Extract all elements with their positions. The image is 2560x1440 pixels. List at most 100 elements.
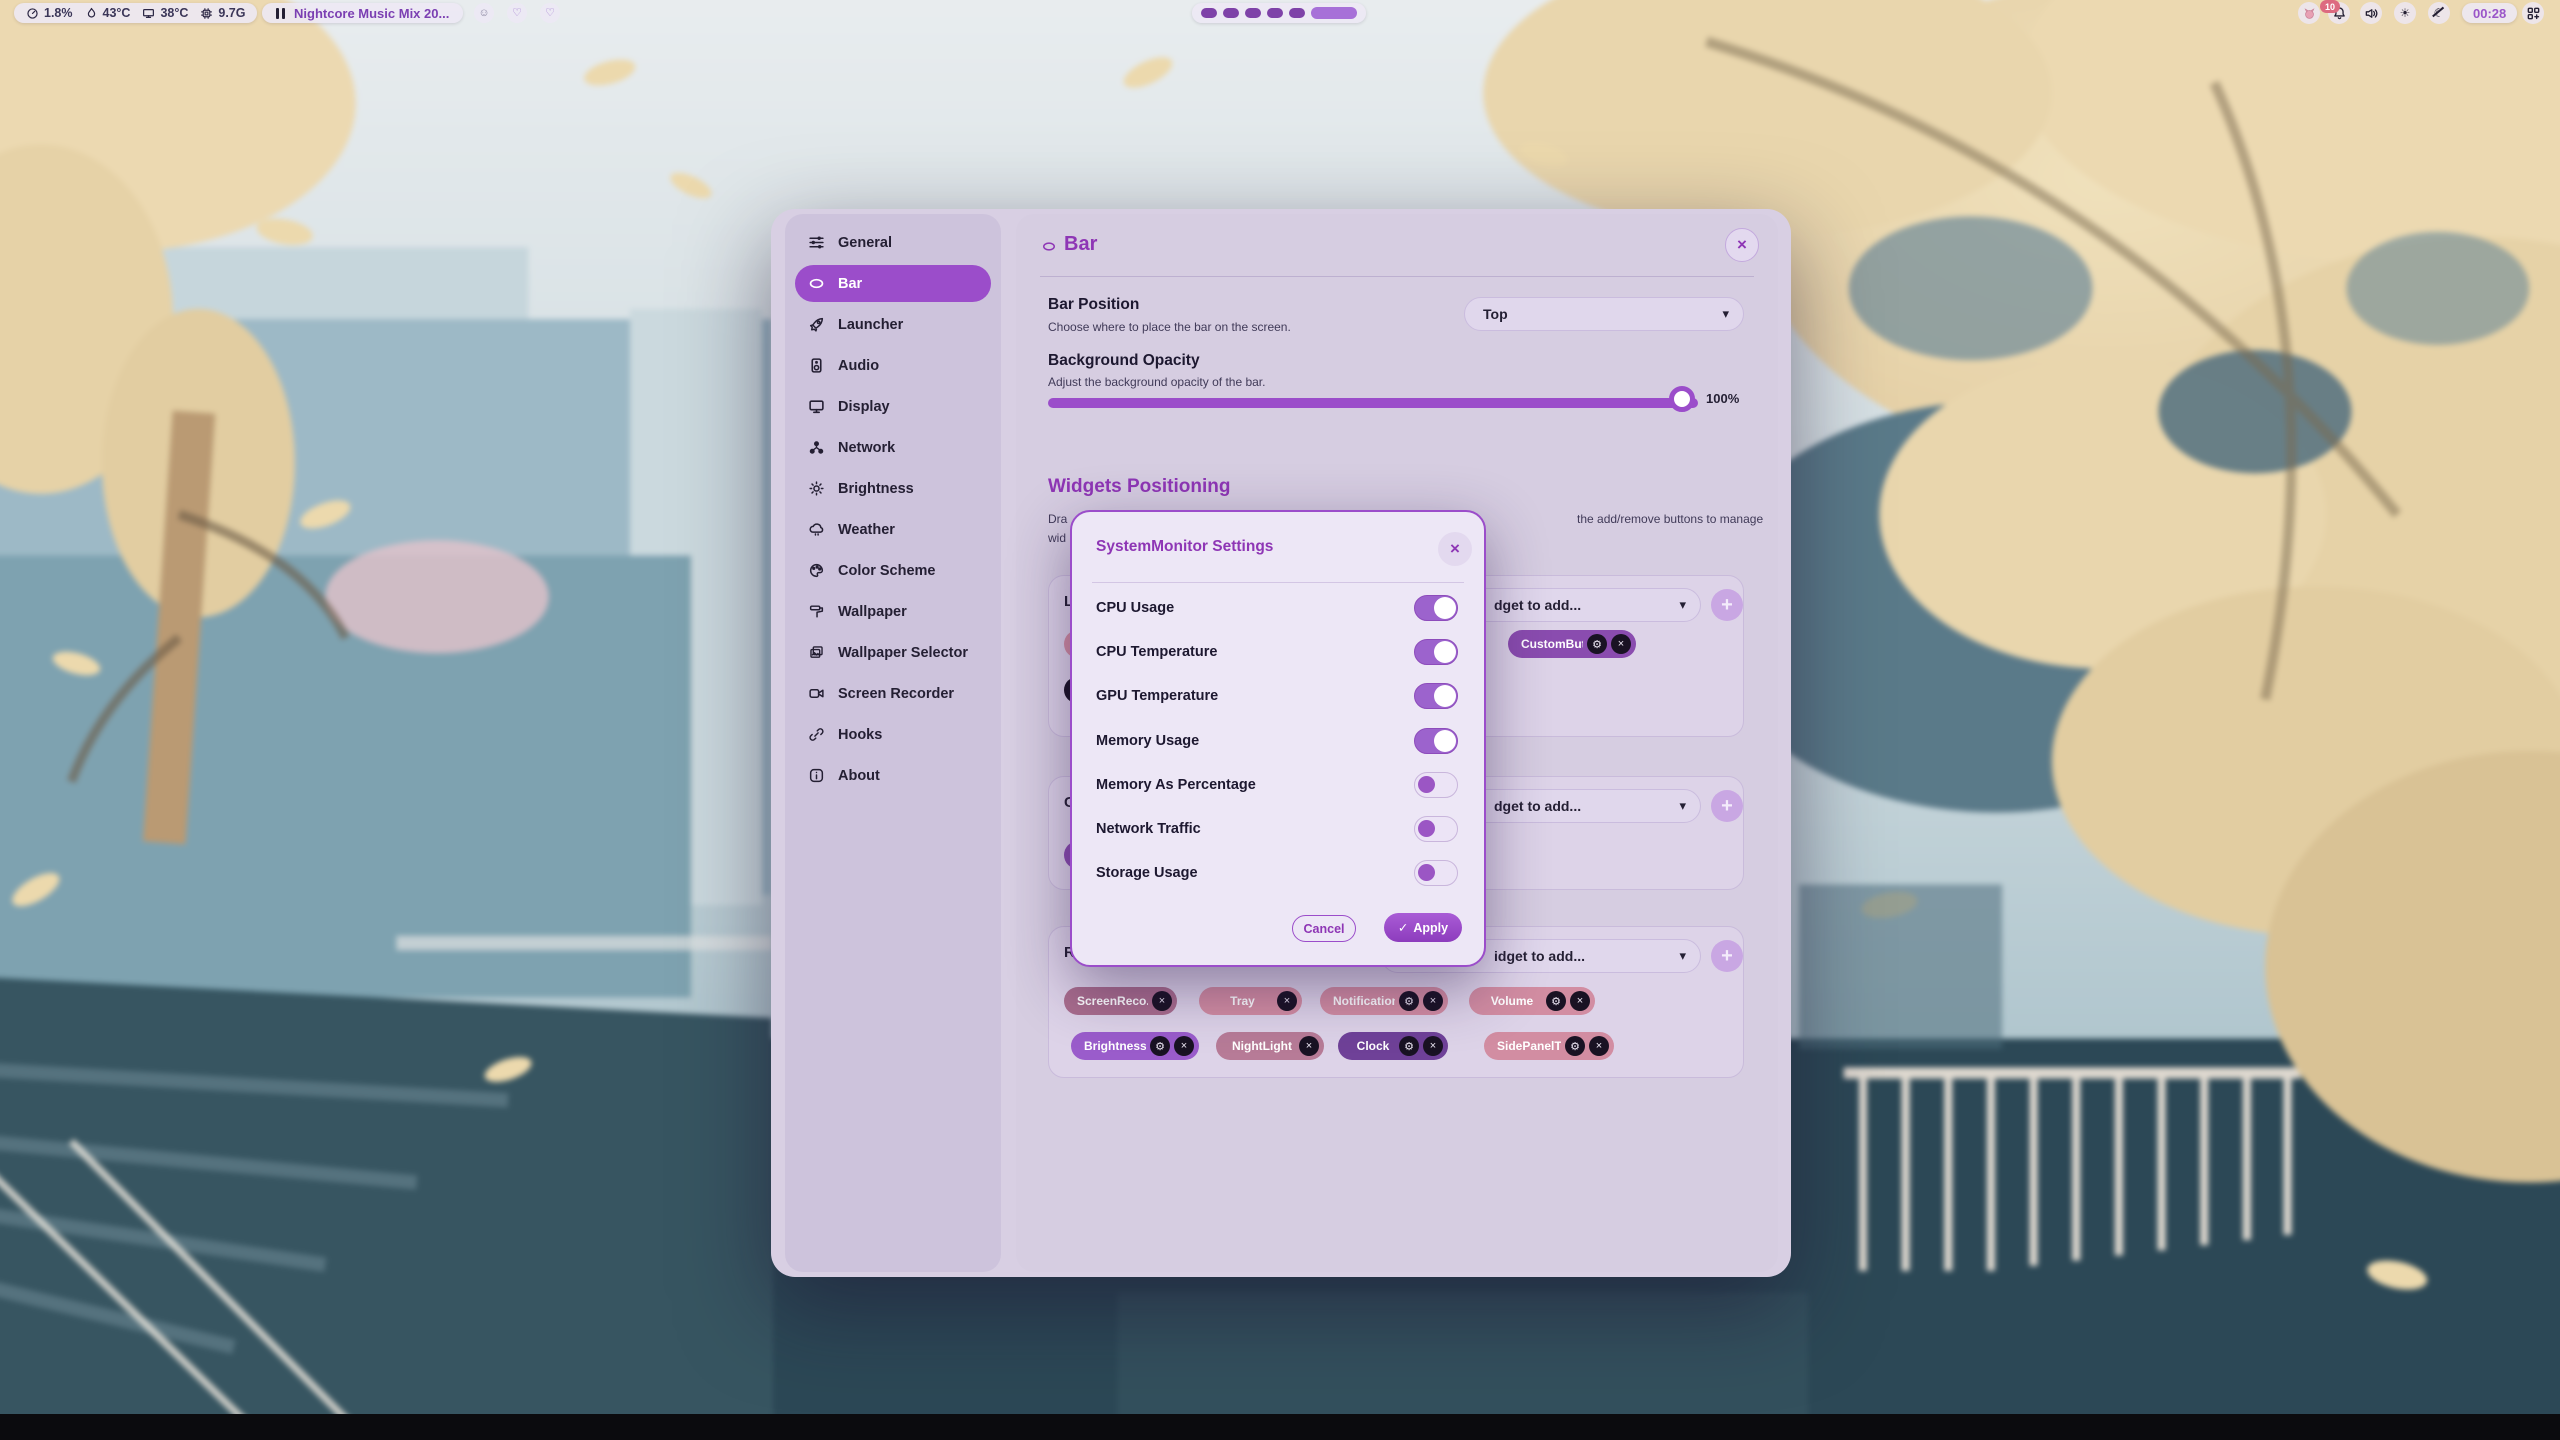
widget-chip-label: Volume xyxy=(1482,994,1542,1008)
widget-chip-screenrecorder[interactable]: ScreenReco... × xyxy=(1064,987,1177,1015)
sidebar-item-wallpaper[interactable]: Wallpaper xyxy=(785,591,1001,632)
widget-chip-notification[interactable]: Notification... ⚙ × xyxy=(1320,987,1448,1015)
sidebar-item-label: Screen Recorder xyxy=(838,686,954,702)
widget-remove-button[interactable]: × xyxy=(1423,1036,1443,1056)
sidebar-item-label: Hooks xyxy=(838,727,882,743)
toggle-storage-usage[interactable] xyxy=(1414,860,1458,886)
toggle-gpu-temperature[interactable] xyxy=(1414,683,1458,709)
widget-remove-button[interactable]: × xyxy=(1589,1036,1609,1056)
heart-icon: ♡ xyxy=(545,8,555,19)
volume-button[interactable] xyxy=(2360,2,2382,24)
close-icon: × xyxy=(1284,995,1290,1007)
divider xyxy=(1040,276,1754,277)
widget-remove-button[interactable]: × xyxy=(1174,1036,1194,1056)
sidebar-item-launcher[interactable]: Launcher xyxy=(785,304,1001,345)
add-widget-button[interactable]: + xyxy=(1711,940,1743,972)
add-widget-button[interactable]: + xyxy=(1711,790,1743,822)
gear-icon: ⚙ xyxy=(1551,995,1561,1008)
widget-settings-button[interactable]: ⚙ xyxy=(1587,634,1607,654)
opacity-slider[interactable] xyxy=(1048,398,1698,408)
sidebar-item-screen-recorder[interactable]: Screen Recorder xyxy=(785,673,1001,714)
opacity-value: 100% xyxy=(1706,391,1739,406)
toggle-memory-as-percentage[interactable] xyxy=(1414,772,1458,798)
bar-position-dropdown[interactable]: Top ▾ xyxy=(1464,297,1744,331)
sun-icon xyxy=(808,480,825,497)
sidebar-item-about[interactable]: About xyxy=(785,755,1001,796)
widget-settings-button[interactable]: ⚙ xyxy=(1565,1036,1585,1056)
plus-icon: + xyxy=(1721,795,1733,818)
widget-remove-button[interactable]: × xyxy=(1277,991,1297,1011)
widget-settings-button[interactable]: ⚙ xyxy=(1546,991,1566,1011)
sidebar-item-general[interactable]: General xyxy=(785,222,1001,263)
opacity-slider-handle[interactable] xyxy=(1669,386,1695,412)
toggle-cpu-usage[interactable] xyxy=(1414,595,1458,621)
tray-app-button[interactable] xyxy=(2298,2,2320,24)
workspace-dot[interactable] xyxy=(1289,8,1305,18)
widget-chip-custombutton[interactable]: CustomButt... ⚙ × xyxy=(1508,630,1636,658)
gpu-temp-stat: 38°C xyxy=(142,6,188,20)
toggle-label: GPU Temperature xyxy=(1096,688,1218,704)
widget-remove-button[interactable]: × xyxy=(1299,1036,1319,1056)
favorite-button-2[interactable]: ♡ xyxy=(540,3,560,23)
add-widget-button[interactable]: + xyxy=(1711,589,1743,621)
page-title: Bar xyxy=(1064,233,1097,256)
brightness-button[interactable]: ☀ xyxy=(2394,2,2416,24)
night-light-button[interactable]: ☾ xyxy=(2428,2,2450,24)
favorite-button[interactable]: ♡ xyxy=(507,3,527,23)
workspaces-widget xyxy=(1192,3,1366,23)
system-monitor-widget[interactable]: 1.8% 43°C 38°C 9.7G xyxy=(14,3,257,23)
toggle-network-traffic[interactable] xyxy=(1414,816,1458,842)
gear-icon: ⚙ xyxy=(1404,1040,1414,1053)
workspace-dot[interactable] xyxy=(1245,8,1261,18)
cancel-button[interactable]: Cancel xyxy=(1292,915,1356,942)
widget-chip-clock[interactable]: Clock ⚙ × xyxy=(1338,1032,1448,1060)
widget-settings-button[interactable]: ⚙ xyxy=(1399,1036,1419,1056)
widget-remove-button[interactable]: × xyxy=(1152,991,1172,1011)
paint-roller-icon xyxy=(808,603,825,620)
clock-widget[interactable]: 00:28 xyxy=(2462,3,2517,23)
emoji-button[interactable]: ☺ xyxy=(474,3,494,23)
bar-position-value: Top xyxy=(1465,306,1722,322)
sidebar-item-bar[interactable]: Bar xyxy=(785,263,1001,304)
workspace-dot[interactable] xyxy=(1223,8,1239,18)
sidebar-item-audio[interactable]: Audio xyxy=(785,345,1001,386)
moon-slash-icon: ☾ xyxy=(2428,2,2450,24)
pause-icon[interactable] xyxy=(276,8,285,19)
widget-settings-button[interactable]: ⚙ xyxy=(1399,991,1419,1011)
settings-sidebar: General Bar Launcher Audio Display Netwo… xyxy=(785,214,1001,1272)
check-icon: ✓ xyxy=(1398,920,1408,935)
widget-remove-button[interactable]: × xyxy=(1611,634,1631,654)
gear-icon: ⚙ xyxy=(1592,638,1602,651)
clock-value: 00:28 xyxy=(2473,6,2506,21)
dashboard-button[interactable] xyxy=(2522,2,2544,24)
widget-chip-volume[interactable]: Volume ⚙ × xyxy=(1469,987,1595,1015)
sidebar-item-color-scheme[interactable]: Color Scheme xyxy=(785,550,1001,591)
toggle-cpu-temperature[interactable] xyxy=(1414,639,1458,665)
toggle-memory-usage[interactable] xyxy=(1414,728,1458,754)
memory-value: 9.7G xyxy=(218,6,245,20)
sidebar-item-network[interactable]: Network xyxy=(785,427,1001,468)
widget-chip-brightness[interactable]: Brightness ⚙ × xyxy=(1071,1032,1199,1060)
widget-remove-button[interactable]: × xyxy=(1570,991,1590,1011)
sidebar-item-brightness[interactable]: Brightness xyxy=(785,468,1001,509)
widget-remove-button[interactable]: × xyxy=(1423,991,1443,1011)
workspace-active[interactable] xyxy=(1311,7,1357,19)
widget-chip-sidepaneltoggle[interactable]: SidePanelT... ⚙ × xyxy=(1484,1032,1614,1060)
media-player-widget[interactable]: Nightcore Music Mix 20... xyxy=(262,3,463,23)
widget-settings-button[interactable]: ⚙ xyxy=(1150,1036,1170,1056)
widget-chip-nightlight[interactable]: NightLight × xyxy=(1216,1032,1324,1060)
sidebar-item-display[interactable]: Display xyxy=(785,386,1001,427)
widgets-description: Dra xyxy=(1048,512,1067,526)
sidebar-item-hooks[interactable]: Hooks xyxy=(785,714,1001,755)
apply-button[interactable]: ✓Apply xyxy=(1384,913,1462,942)
sidebar-item-wallpaper-selector[interactable]: Wallpaper Selector xyxy=(785,632,1001,673)
sidebar-item-weather[interactable]: Weather xyxy=(785,509,1001,550)
close-dialog-button[interactable]: × xyxy=(1438,532,1472,566)
close-window-button[interactable]: × xyxy=(1725,228,1759,262)
widget-chip-label: Clock xyxy=(1351,1039,1395,1053)
workspace-dot[interactable] xyxy=(1267,8,1283,18)
widget-chip-tray[interactable]: Tray × xyxy=(1199,987,1302,1015)
bar-position-description: Choose where to place the bar on the scr… xyxy=(1048,320,1291,334)
close-icon: × xyxy=(1737,235,1747,255)
workspace-dot[interactable] xyxy=(1201,8,1217,18)
